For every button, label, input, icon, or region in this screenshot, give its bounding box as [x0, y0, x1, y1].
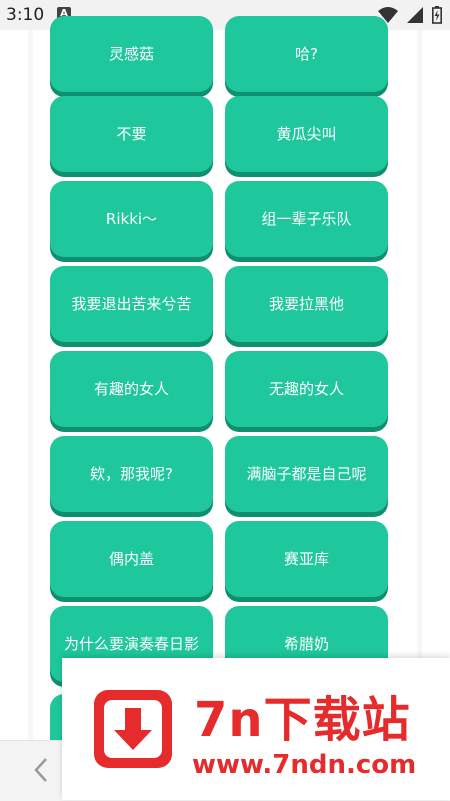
- sound-button[interactable]: 赛亚库: [225, 521, 388, 597]
- sound-button[interactable]: 有趣的女人: [50, 351, 213, 427]
- ad-title: 7n下载站: [194, 692, 411, 748]
- back-chevron-icon[interactable]: [30, 755, 54, 785]
- sound-button[interactable]: 哈?: [225, 16, 388, 92]
- sound-button[interactable]: 满脑子都是自己呢: [225, 436, 388, 512]
- battery-icon: [432, 6, 442, 24]
- sound-button[interactable]: 我要退出苦来兮苦: [50, 266, 213, 342]
- status-time: 3:10: [6, 5, 45, 25]
- ad-banner[interactable]: 7n下载站 www.7ndn.com: [62, 658, 450, 800]
- sound-button[interactable]: 偶内盖: [50, 521, 213, 597]
- sound-button[interactable]: 组一辈子乐队: [225, 181, 388, 257]
- sound-button[interactable]: 我要拉黑他: [225, 266, 388, 342]
- sound-button[interactable]: 欸，那我呢?: [50, 436, 213, 512]
- signal-icon: [406, 7, 423, 23]
- sound-button[interactable]: 灵感菇: [50, 16, 213, 92]
- ad-url: www.7ndn.com: [192, 750, 417, 780]
- sound-button[interactable]: 不要: [50, 96, 213, 172]
- download-arrow-icon: [94, 690, 172, 768]
- sound-button[interactable]: 无趣的女人: [225, 351, 388, 427]
- sound-button[interactable]: Rikki～: [50, 181, 213, 257]
- sound-button[interactable]: 黄瓜尖叫: [225, 96, 388, 172]
